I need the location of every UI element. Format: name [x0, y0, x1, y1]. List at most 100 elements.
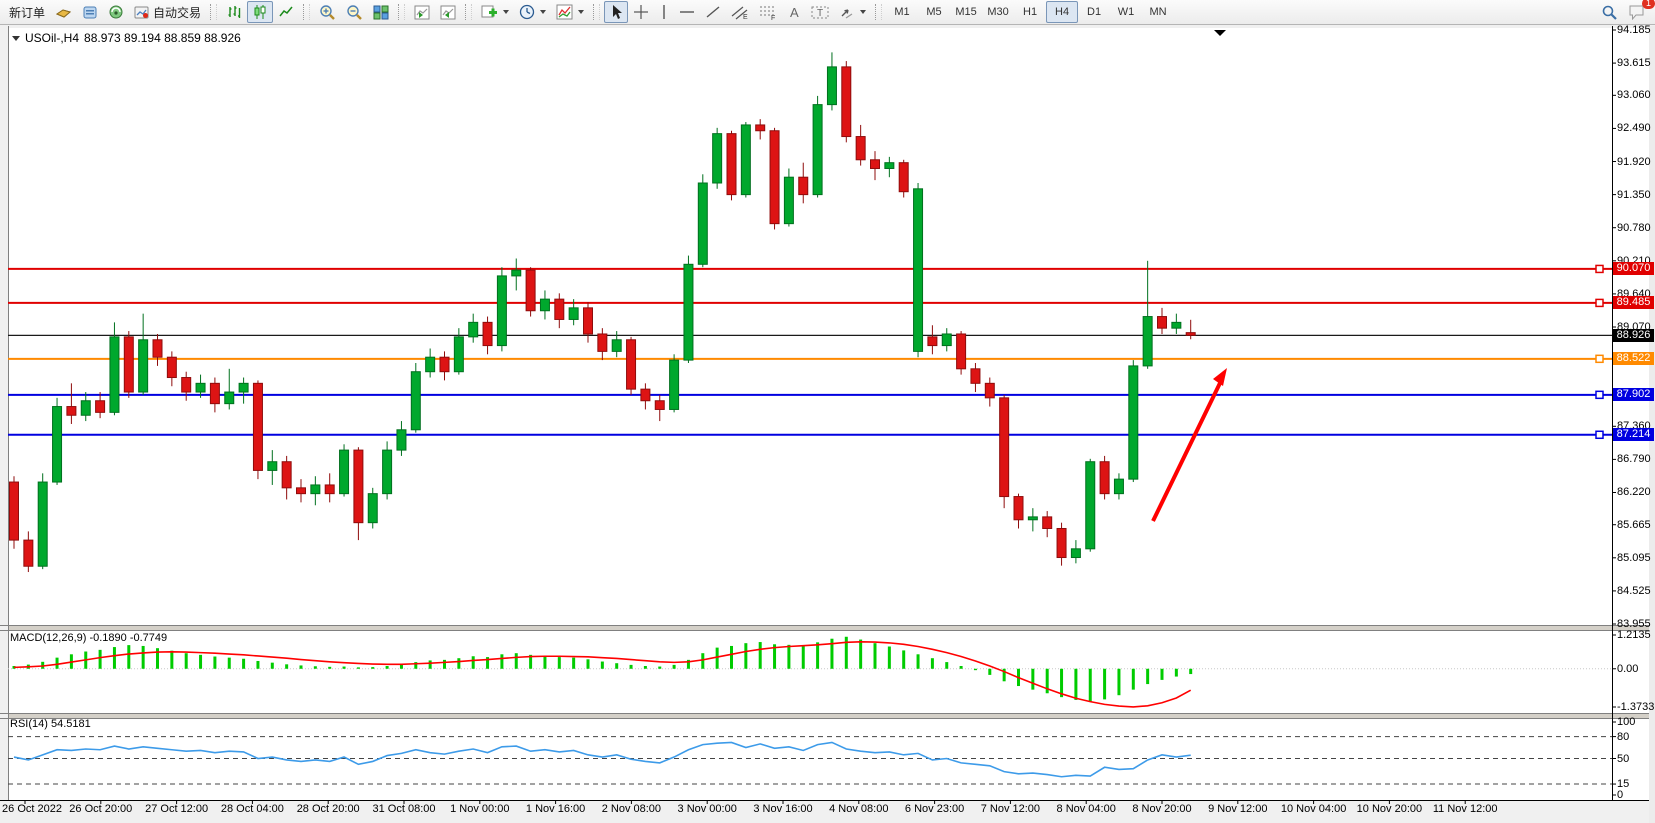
toolbar-grip — [465, 4, 472, 20]
time-axis-label: 7 Nov 12:00 — [970, 803, 1050, 815]
price-axis-tick: 84.525 — [1617, 585, 1651, 597]
timeframe-toolbar: M1M5M15M30H1H4D1W1MN — [886, 1, 1174, 23]
timeframe-button-m1[interactable]: M1 — [886, 1, 918, 23]
candlestick-chart-button[interactable] — [247, 1, 273, 23]
chart-title: USOil-,H4 88.973 89.194 88.859 88.926 — [12, 31, 241, 45]
bear-candle — [182, 378, 191, 393]
autotrade-icon — [134, 5, 150, 20]
timeframe-button-m30[interactable]: M30 — [982, 1, 1014, 23]
trendline-icon — [705, 4, 721, 20]
crosshair-tool-button[interactable] — [628, 1, 654, 23]
search-button[interactable] — [1596, 1, 1623, 23]
equidistant-channel-tool-button[interactable]: E — [726, 1, 754, 23]
notifications-button[interactable]: 1 — [1623, 1, 1651, 23]
time-axis-label: 3 Nov 16:00 — [743, 803, 823, 815]
level-price-label[interactable]: 90.070 — [1613, 262, 1654, 275]
bull-candle — [569, 308, 578, 320]
timeframe-button-m5[interactable]: M5 — [918, 1, 950, 23]
chart-canvas[interactable] — [0, 26, 1655, 823]
market-watch-button[interactable] — [50, 1, 77, 23]
time-axis-label: 4 Nov 08:00 — [819, 803, 899, 815]
crosshair-icon — [633, 4, 649, 20]
time-axis-label: 2 Nov 08:00 — [591, 803, 671, 815]
bear-candle — [799, 177, 808, 194]
time-axis-label: 9 Nov 12:00 — [1198, 803, 1278, 815]
timeframe-button-h4[interactable]: H4 — [1046, 1, 1078, 23]
new-chart-button[interactable] — [476, 1, 514, 23]
bear-candle — [584, 308, 593, 334]
bull-candle — [110, 337, 119, 412]
text-label-tool-button[interactable]: T — [806, 1, 834, 23]
level-price-label[interactable]: 87.902 — [1613, 388, 1654, 401]
toolbar-grip — [210, 4, 217, 20]
zoom-out-button[interactable] — [341, 1, 368, 23]
bid-price-label[interactable]: 88.926 — [1613, 329, 1654, 342]
horizontal-line-tool-button[interactable] — [674, 1, 700, 23]
bull-candle — [340, 450, 349, 494]
bear-candle — [957, 334, 966, 369]
bull-candle — [1028, 517, 1037, 520]
profile-previous-button[interactable] — [409, 1, 435, 23]
bear-candle — [756, 125, 765, 131]
zoom-in-button[interactable] — [314, 1, 341, 23]
trendline-tool-button[interactable] — [700, 1, 726, 23]
line-chart-button[interactable] — [273, 1, 299, 23]
price-axis-tick: 90.780 — [1617, 222, 1651, 234]
level-handle[interactable] — [1596, 299, 1603, 306]
macd-axis-tick: 0.00 — [1617, 663, 1638, 675]
bear-candle — [641, 389, 650, 401]
indicators-button[interactable] — [551, 1, 589, 23]
candlestick-icon — [252, 4, 268, 20]
svg-text:A: A — [790, 5, 799, 20]
macd-axis-tick: -1.3733 — [1617, 701, 1654, 713]
bull-candle — [426, 357, 435, 372]
bear-candle — [10, 482, 19, 540]
level-handle[interactable] — [1596, 265, 1603, 272]
chart-window[interactable]: USOil-,H4 88.973 89.194 88.859 88.926 MA… — [0, 26, 1655, 823]
arrows-shapes-button[interactable] — [834, 1, 871, 23]
bull-candle — [225, 392, 234, 404]
bear-candle — [871, 160, 880, 169]
level-price-label[interactable]: 89.485 — [1613, 296, 1654, 309]
periods-button[interactable] — [514, 1, 551, 23]
rsi-axis-tick: 100 — [1617, 716, 1635, 728]
level-handle[interactable] — [1596, 431, 1603, 438]
level-price-label[interactable]: 88.522 — [1613, 352, 1654, 365]
bull-candle — [670, 360, 679, 409]
profile-next-button[interactable] — [435, 1, 461, 23]
bull-candle — [914, 189, 923, 352]
bear-candle — [856, 137, 865, 160]
vertical-line-tool-button[interactable] — [654, 1, 674, 23]
timeframe-button-m15[interactable]: M15 — [950, 1, 982, 23]
timeframe-button-d1[interactable]: D1 — [1078, 1, 1110, 23]
timeframe-button-h1[interactable]: H1 — [1014, 1, 1046, 23]
bull-candle — [139, 340, 148, 392]
navigator-button[interactable] — [103, 1, 129, 23]
new-order-button[interactable]: 新订单 — [4, 1, 50, 23]
data-window-icon — [82, 5, 98, 20]
tile-windows-button[interactable] — [368, 1, 394, 23]
one-click-trading-collapse-icon[interactable] — [12, 36, 20, 41]
zoom-in-icon — [319, 4, 336, 21]
timeframe-button-w1[interactable]: W1 — [1110, 1, 1142, 23]
data-window-button[interactable] — [77, 1, 103, 23]
bear-candle — [440, 357, 449, 372]
level-handle[interactable] — [1596, 391, 1603, 398]
time-axis-label: 10 Nov 20:00 — [1349, 803, 1429, 815]
price-axis-tick: 85.095 — [1617, 552, 1651, 564]
bear-candle — [627, 340, 636, 389]
timeframe-button-mn[interactable]: MN — [1142, 1, 1174, 23]
bar-chart-button[interactable] — [221, 1, 247, 23]
bull-candle — [741, 125, 750, 195]
cursor-tool-button[interactable] — [604, 1, 628, 23]
new-chart-icon — [481, 4, 498, 20]
text-tool-button[interactable]: A — [782, 1, 806, 23]
bear-candle — [354, 450, 363, 523]
autotrade-button[interactable]: 自动交易 — [129, 1, 206, 23]
level-handle[interactable] — [1596, 355, 1603, 362]
fibonacci-tool-button[interactable]: F — [754, 1, 782, 23]
profile-left-icon — [414, 5, 430, 20]
main-toolbar: 新订单 自动交易 — [0, 0, 1655, 25]
bear-candle — [526, 270, 535, 311]
level-price-label[interactable]: 87.214 — [1613, 428, 1654, 441]
